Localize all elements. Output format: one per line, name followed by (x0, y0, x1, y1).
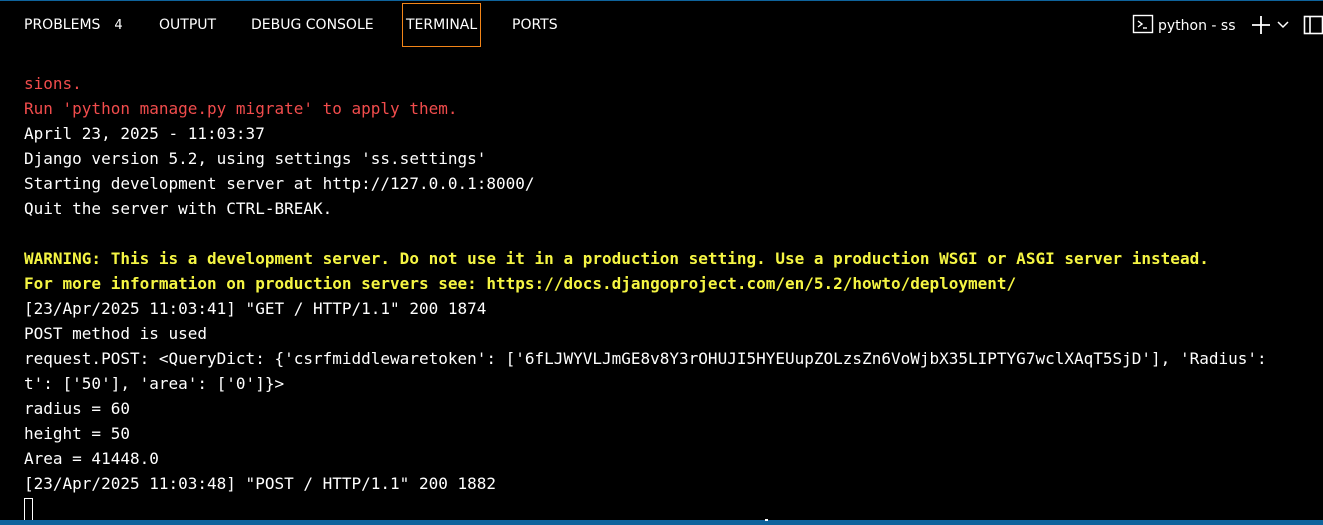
tab-output-label: OUTPUT (159, 17, 217, 33)
tab-problems[interactable]: PROBLEMS 4 (24, 3, 123, 47)
terminal-line: WARNING: This is a development server. D… (24, 249, 1209, 268)
terminal-selector-label: python - ss (1158, 18, 1236, 34)
terminal-line: Django version 5.2, using settings 'ss.s… (24, 149, 487, 168)
tab-debug-console-label: DEBUG CONSOLE (251, 17, 374, 33)
terminal-line: For more information on production serve… (24, 274, 1017, 293)
terminal-output[interactable]: sions. Run 'python manage.py migrate' to… (24, 71, 1323, 521)
sash-handle[interactable] (765, 519, 768, 521)
terminal-selector[interactable]: python - ss (1132, 13, 1236, 39)
terminal-line: Run 'python manage.py migrate' to apply … (24, 99, 458, 118)
terminal-line: April 23, 2025 - 11:03:37 (24, 124, 265, 143)
terminal-panel: PROBLEMS 4 OUTPUT DEBUG CONSOLE TERMINAL … (0, 0, 1323, 525)
tab-ports[interactable]: PORTS (512, 3, 558, 47)
terminal-cursor (24, 498, 33, 521)
terminal-line: radius = 60 (24, 399, 130, 418)
tab-terminal[interactable]: TERMINAL (402, 3, 482, 47)
split-terminal-button[interactable] (1303, 14, 1323, 36)
tab-output[interactable]: OUTPUT (159, 3, 216, 47)
status-accent-bar (0, 520, 1323, 525)
terminal-line: POST method is used (24, 324, 208, 343)
tab-ports-label: PORTS (512, 17, 558, 33)
panel-tab-bar: PROBLEMS 4 OUTPUT DEBUG CONSOLE TERMINAL … (0, 1, 1323, 48)
tab-terminal-label: TERMINAL (406, 17, 478, 33)
terminal-line: [23/Apr/2025 11:03:41] "GET / HTTP/1.1" … (24, 299, 487, 318)
plus-icon (1252, 16, 1270, 34)
terminal-line: request.POST: <QueryDict: {'csrfmiddlewa… (24, 349, 1267, 368)
launch-profile-dropdown[interactable] (1276, 15, 1290, 35)
new-terminal-button[interactable] (1250, 13, 1272, 37)
terminal-line: sions. (24, 74, 82, 93)
layout-icon (1303, 15, 1323, 35)
problems-count-badge: 4 (114, 18, 123, 33)
terminal-line: Quit the server with CTRL-BREAK. (24, 199, 333, 218)
tab-debug-console[interactable]: DEBUG CONSOLE (251, 3, 374, 47)
terminal-line: t': ['50'], 'area': ['0']}> (24, 374, 285, 393)
tab-problems-label: PROBLEMS (24, 17, 101, 33)
terminal-line: Starting development server at http://12… (24, 174, 535, 193)
terminal-line: [23/Apr/2025 11:03:48] "POST / HTTP/1.1"… (24, 474, 497, 493)
terminal-icon (1132, 14, 1154, 34)
terminal-line: Area = 41448.0 (24, 449, 159, 468)
terminal-line: height = 50 (24, 424, 130, 443)
terminal-prompt-line[interactable] (24, 496, 1323, 521)
chevron-down-icon (1277, 21, 1289, 29)
